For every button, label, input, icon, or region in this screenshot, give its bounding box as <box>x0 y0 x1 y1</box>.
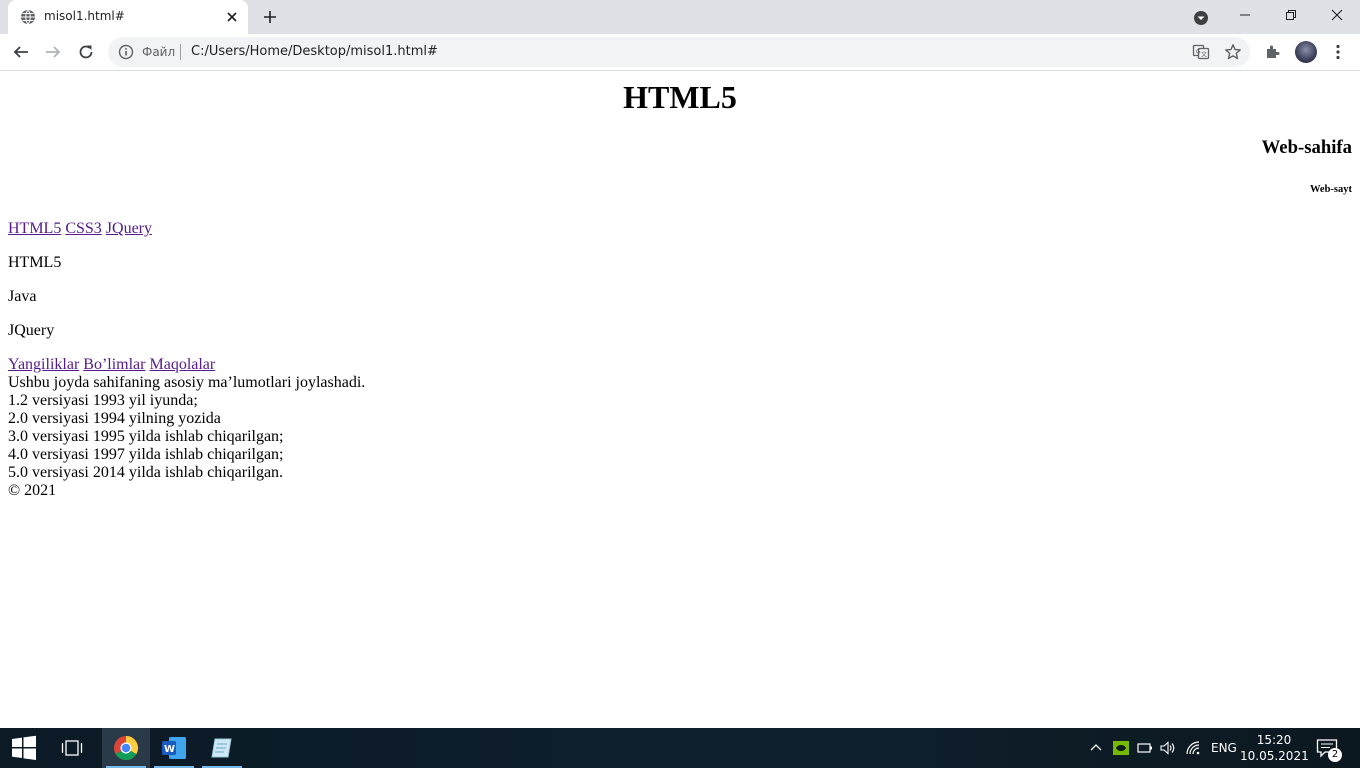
wifi-icon[interactable] <box>1186 741 1202 755</box>
browser-toolbar: Файл C:/Users/Home/Desktop/misol1.html# … <box>0 34 1360 71</box>
url-text[interactable]: C:/Users/Home/Desktop/misol1.html# <box>191 44 438 59</box>
nav-link-css3[interactable]: CSS3 <box>65 220 101 237</box>
clock-time: 15:20 <box>1256 733 1292 747</box>
nav-link-maqolalar[interactable]: Maqolalar <box>149 356 215 373</box>
taskbar: W ENG 15:20 10.05.2021 2 <box>0 728 1360 768</box>
forward-icon[interactable] <box>44 43 62 61</box>
text-line: Ushbu joyda sahifaning asosiy ma’lumotla… <box>8 374 366 391</box>
clock-date: 10.05.2021 <box>1240 749 1309 763</box>
minimize-button[interactable] <box>1222 0 1268 30</box>
svg-text:文: 文 <box>1201 51 1207 59</box>
globe-icon <box>21 9 35 25</box>
page-content: HTML5 Web-sahifa Web-sayt HTML5 CSS3 JQuer… <box>0 71 1360 728</box>
taskbar-word[interactable]: W <box>150 728 198 768</box>
close-icon <box>1331 9 1343 21</box>
nav-link-bolimlar[interactable]: Bo’limlar <box>83 356 145 373</box>
nav-sections: Yangiliklar Bo’limlar Maqolalar <box>8 356 219 374</box>
footer-copyright: © 2021 <box>8 482 57 499</box>
page-heading-h3: Web-sahifa <box>1261 137 1352 158</box>
task-view-button[interactable] <box>48 728 96 768</box>
page-heading-h6: Web-sayt <box>1310 184 1352 195</box>
restore-icon <box>1286 10 1296 20</box>
restore-button[interactable] <box>1268 0 1314 30</box>
nvidia-icon[interactable] <box>1113 741 1129 755</box>
minimize-icon <box>1240 14 1250 16</box>
close-window-button[interactable] <box>1314 0 1360 30</box>
profile-avatar[interactable] <box>1295 41 1317 63</box>
text-line: 1.2 versiyasi 1993 yil iyunda; <box>8 392 198 409</box>
menu-icon[interactable] <box>1329 43 1347 61</box>
start-button[interactable] <box>0 728 48 768</box>
paragraph-jquery: JQuery <box>8 322 55 339</box>
text-line: 5.0 versiyasi 2014 yilda ishlab chiqaril… <box>8 464 284 481</box>
info-icon[interactable] <box>118 44 134 60</box>
paragraph-java: Java <box>8 288 37 305</box>
address-bar[interactable]: Файл C:/Users/Home/Desktop/misol1.html# … <box>108 37 1250 67</box>
task-view-icon <box>61 740 83 756</box>
scheme-label: Файл <box>142 45 176 59</box>
chevron-up-icon[interactable] <box>1090 742 1102 754</box>
taskbar-chrome[interactable] <box>102 728 150 768</box>
taskbar-notepad[interactable] <box>198 728 246 768</box>
new-tab-icon[interactable] <box>262 9 278 25</box>
text-line: 2.0 versiyasi 1994 yilning yozida <box>8 410 221 427</box>
svg-text:W: W <box>164 744 175 755</box>
tab-title: misol1.html# <box>44 9 125 23</box>
tab-strip: misol1.html# <box>0 0 1360 34</box>
main-text: Ushbu joyda sahifaning asosiy ma’lumotla… <box>8 374 365 500</box>
nav-link-yangiliklar[interactable]: Yangiliklar <box>8 356 79 373</box>
notification-badge: 2 <box>1328 748 1342 762</box>
clock[interactable]: 15:20 10.05.2021 <box>1240 732 1309 764</box>
windows-logo-icon <box>12 735 36 760</box>
page-heading-h1: HTML5 <box>623 79 737 115</box>
text-line: 3.0 versiyasi 1995 yilda ishlab chiqaril… <box>8 428 284 445</box>
word-icon: W <box>162 737 186 759</box>
chrome-icon <box>114 736 139 761</box>
notepad-icon <box>211 738 232 758</box>
nav-link-jquery[interactable]: JQuery <box>106 220 152 237</box>
reload-icon[interactable] <box>77 43 95 61</box>
volume-icon[interactable] <box>1160 741 1176 755</box>
paragraph-html5: HTML5 <box>8 254 62 271</box>
translate-icon[interactable]: G 文 <box>1192 43 1210 61</box>
battery-icon[interactable] <box>1137 742 1153 754</box>
language-indicator[interactable]: ENG <box>1211 728 1237 768</box>
back-icon[interactable] <box>12 43 30 61</box>
browser-tab[interactable]: misol1.html# <box>8 0 248 34</box>
tab-search-icon[interactable] <box>1192 9 1210 27</box>
text-line: 4.0 versiyasi 1997 yilda ishlab chiqaril… <box>8 446 284 463</box>
nav-link-html5[interactable]: HTML5 <box>8 220 61 237</box>
extensions-icon[interactable] <box>1264 43 1282 61</box>
bookmark-star-icon[interactable] <box>1224 43 1242 61</box>
separator <box>180 44 181 60</box>
nav-top: HTML5 CSS3 JQuery <box>8 220 156 238</box>
close-tab-icon[interactable] <box>224 9 240 25</box>
